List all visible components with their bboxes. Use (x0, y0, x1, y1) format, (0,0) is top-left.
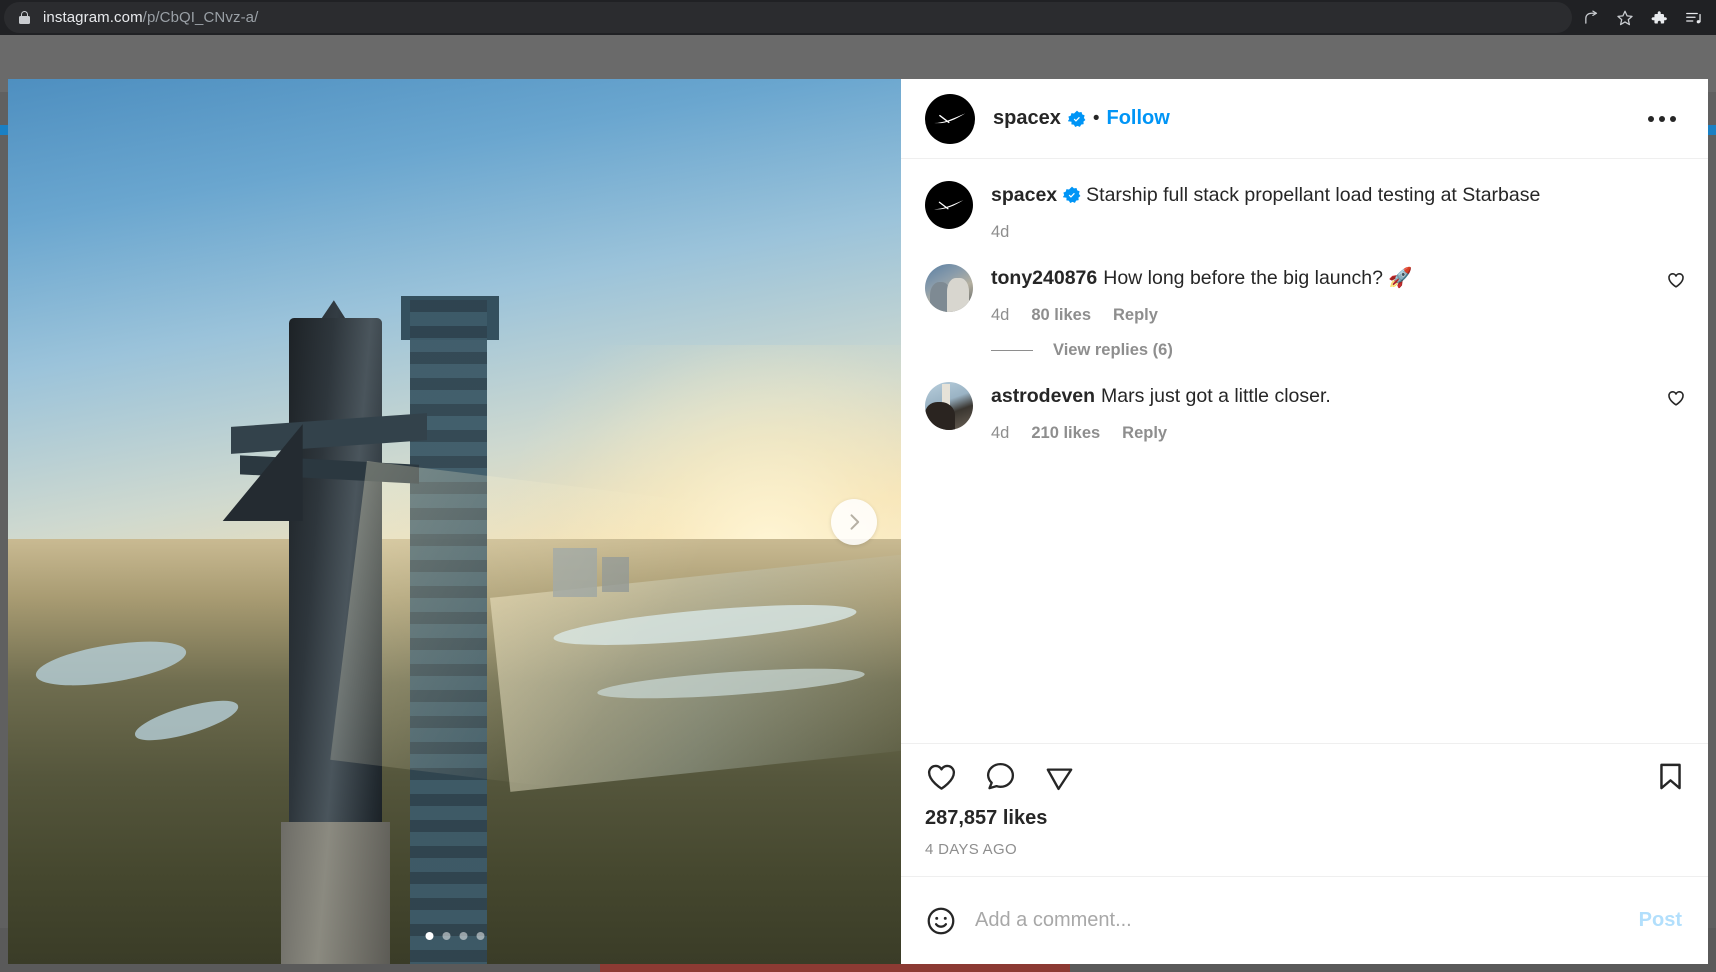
share-icon[interactable] (1578, 5, 1604, 31)
follow-button[interactable]: Follow (1107, 107, 1170, 130)
post-info-pane: spacex • Follow spacex Starship full sta… (901, 79, 1708, 964)
comment-button[interactable] (984, 760, 1017, 793)
avatar[interactable] (925, 263, 973, 312)
comment-username[interactable]: tony240876 (991, 267, 1097, 289)
carousel-next-button[interactable] (831, 498, 877, 545)
post-photo (8, 79, 901, 964)
spacex-logo-icon (934, 199, 964, 209)
reading-list-icon[interactable] (1680, 5, 1706, 31)
spacex-logo-icon (934, 112, 966, 123)
post-caption: spacex Starship full stack propellant lo… (925, 181, 1686, 242)
carousel-dot[interactable] (425, 932, 433, 940)
address-bar[interactable]: instagram.com/p/CbQI_CNvz-a/ (4, 2, 1572, 33)
comment-meta: 4d 80 likes Reply (991, 306, 1652, 325)
avatar[interactable] (925, 181, 973, 229)
comment-time: 4d (991, 305, 1010, 324)
lock-icon (18, 10, 31, 25)
comment-username[interactable]: astrodeven (991, 385, 1095, 407)
verified-badge-icon (1067, 110, 1086, 127)
carousel-dot[interactable] (459, 932, 467, 940)
extensions-puzzle-icon[interactable] (1646, 5, 1672, 31)
emoji-smiley-icon (927, 907, 955, 934)
caption-meta: 4d (991, 223, 1686, 242)
comment-reply-button[interactable]: Reply (1122, 424, 1167, 443)
heart-icon (927, 764, 956, 790)
share-paper-plane-icon (1046, 768, 1073, 791)
avatar[interactable] (925, 93, 975, 144)
browser-toolbar: instagram.com/p/CbQI_CNvz-a/ (0, 0, 1716, 35)
heart-icon (1668, 390, 1684, 406)
separator-dot: • (1092, 107, 1100, 129)
comment-bubble-icon (986, 762, 1015, 790)
add-comment-bar: Post (901, 876, 1708, 964)
view-replies-label: View replies (6) (1053, 340, 1173, 359)
share-button[interactable] (1043, 760, 1076, 793)
caption-time: 4d (991, 222, 1010, 241)
url-path: /p/CbQI_CNvz-a/ (142, 9, 259, 26)
bookmark-icon (1660, 763, 1681, 790)
view-replies-button[interactable]: View replies (6) (991, 341, 1686, 360)
post-actions: 287,857 likes 4 DAYS AGO (901, 744, 1708, 876)
comment-likes[interactable]: 210 likes (1031, 424, 1100, 443)
comment-like-button[interactable] (1666, 382, 1686, 443)
bookmark-star-icon[interactable] (1612, 5, 1638, 31)
post-comment-button[interactable]: Post (1635, 901, 1686, 940)
comment-meta: 4d 210 likes Reply (991, 424, 1652, 443)
post-media[interactable] (8, 79, 901, 964)
carousel-dot[interactable] (442, 932, 450, 940)
avatar[interactable] (925, 381, 973, 430)
caption-username[interactable]: spacex (991, 184, 1057, 206)
url-text: instagram.com/p/CbQI_CNvz-a/ (43, 9, 258, 26)
comment-text-block: tony240876 How long before the big launch… (991, 264, 1652, 293)
comment-item: tony240876 How long before the big launch… (925, 263, 1686, 325)
comment-body: Mars just got a little closer. (1101, 384, 1331, 407)
comment-reply-button[interactable]: Reply (1113, 306, 1158, 325)
carousel-indicator (425, 932, 484, 940)
emoji-picker-button[interactable] (925, 905, 957, 937)
heart-icon (1668, 272, 1684, 288)
comment-like-button[interactable] (1666, 264, 1686, 325)
chevron-right-icon (850, 513, 860, 530)
posted-date: 4 DAYS AGO (925, 841, 1017, 858)
caption-body: Starship full stack propellant load test… (1086, 184, 1541, 206)
replies-line (991, 349, 1033, 351)
verified-badge-icon (1063, 186, 1081, 203)
comment-time: 4d (991, 423, 1010, 442)
comment-text-block: astrodeven Mars just got a little closer. (991, 382, 1652, 411)
like-button[interactable] (925, 760, 958, 793)
post-author: spacex • Follow (993, 107, 1170, 130)
save-button[interactable] (1655, 761, 1686, 792)
carousel-dot[interactable] (476, 932, 484, 940)
comment-likes[interactable]: 80 likes (1031, 306, 1091, 325)
more-options-button[interactable] (1638, 106, 1686, 132)
comment-item: astrodeven Mars just got a little closer.… (925, 381, 1686, 443)
comments-list[interactable]: spacex Starship full stack propellant lo… (901, 159, 1708, 744)
post-modal: spacex • Follow spacex Starship full sta… (8, 79, 1708, 964)
likes-count[interactable]: 287,857 likes (925, 807, 1686, 830)
url-host: instagram.com (43, 9, 143, 26)
action-icon-row (925, 760, 1686, 793)
comment-body: How long before the big launch? 🚀 (1103, 266, 1413, 289)
browser-actions (1572, 5, 1716, 31)
author-username[interactable]: spacex (993, 107, 1061, 130)
add-comment-input[interactable] (975, 909, 1635, 932)
caption-text-block: spacex Starship full stack propellant lo… (991, 181, 1686, 210)
post-header: spacex • Follow (901, 79, 1708, 159)
